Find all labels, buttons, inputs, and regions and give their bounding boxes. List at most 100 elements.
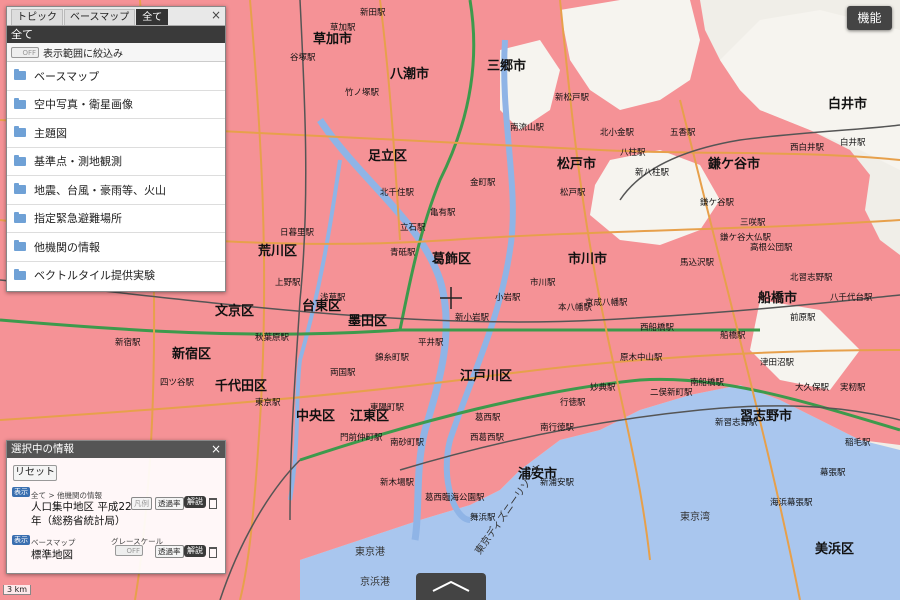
filter-toggle[interactable]: OFF — [11, 46, 39, 58]
folder-item-evacuation[interactable]: 指定緊急避難場所 — [7, 205, 225, 233]
station-label: 二俣新町駅 — [650, 387, 693, 398]
station-label: 東京駅 — [255, 397, 281, 408]
tab-all[interactable]: 全て — [136, 9, 169, 25]
station-label: 新松戸駅 — [555, 92, 590, 103]
station-label: 新小岩駅 — [455, 312, 490, 323]
station-label: 幕張駅 — [820, 467, 846, 478]
folder-icon — [14, 97, 26, 109]
trash-icon[interactable] — [209, 498, 217, 509]
folder-item-thematic[interactable]: 主題図 — [7, 119, 225, 148]
station-label: 北小金駅 — [600, 127, 635, 138]
station-label: 松戸駅 — [560, 187, 586, 198]
folder-item-geodetic[interactable]: 基準点・測地観測 — [7, 148, 225, 176]
station-label: 高根公団駅 — [750, 242, 793, 253]
panel-heading: 全て — [7, 26, 225, 43]
ward-label: 松戸市 — [557, 156, 596, 172]
folder-icon — [14, 69, 26, 81]
ward-label: 荒川区 — [257, 243, 297, 259]
bottom-panel-toggle[interactable] — [416, 573, 486, 600]
station-label: 青砥駅 — [390, 247, 416, 258]
info-panel-title: 選択中の情報 — [11, 443, 74, 455]
folder-item-disaster[interactable]: 地震、台風・豪雨等、火山 — [7, 176, 225, 205]
close-icon[interactable]: × — [211, 441, 221, 458]
station-label: 秋葉原駅 — [255, 332, 290, 343]
ward-label: 江戸川区 — [460, 368, 512, 384]
opacity-button[interactable]: 透過率 — [155, 545, 184, 558]
folder-item-aerial[interactable]: 空中写真・衛星画像 — [7, 91, 225, 119]
station-label: 新田駅 — [360, 7, 386, 18]
close-icon[interactable]: × — [211, 8, 221, 22]
folder-icon — [14, 154, 26, 166]
station-label: 新宿駅 — [115, 337, 141, 348]
opacity-button[interactable]: 透過率 — [155, 497, 184, 510]
ward-label: 八潮市 — [389, 66, 429, 82]
station-label: 新習志野駅 — [715, 417, 758, 428]
station-label: 葛西駅 — [475, 412, 501, 423]
chevron-up-icon — [432, 580, 470, 592]
ward-label: 三郷市 — [487, 58, 526, 74]
station-label: 南砂町駅 — [390, 437, 425, 448]
visible-badge[interactable]: 表示 — [12, 487, 30, 497]
ward-label: 鎌ケ谷市 — [707, 156, 760, 172]
folder-icon — [14, 126, 26, 138]
folder-item-vector-tile[interactable]: ベクトルタイル提供実験 — [7, 262, 225, 290]
station-label: 三咲駅 — [740, 217, 766, 228]
station-label: 船橋駅 — [720, 330, 746, 341]
folder-label: 他機関の情報 — [34, 240, 100, 254]
legend-button[interactable]: 凡例 — [131, 497, 152, 510]
scale-bar: 3 km — [3, 585, 32, 595]
station-label: 立石駅 — [400, 222, 426, 233]
station-label: 大久保駅 — [795, 382, 830, 393]
water-label: 京浜港 — [360, 575, 390, 588]
station-label: 新浦安駅 — [540, 477, 575, 488]
station-label: 鎌ケ谷大仏駅 — [720, 232, 772, 243]
layer-panel: トピック ベースマップ 全て × 全て OFF 表示範囲に絞込み ベースマップ … — [6, 6, 226, 292]
description-button[interactable]: 解説 — [184, 496, 206, 508]
station-label: 八柱駅 — [620, 147, 646, 158]
station-label: 西白井駅 — [790, 142, 825, 153]
visible-badge[interactable]: 表示 — [12, 535, 30, 545]
station-label: 両国駅 — [330, 368, 356, 378]
station-label: 市川駅 — [530, 277, 556, 288]
function-button[interactable]: 機能 — [847, 6, 892, 30]
tab-topic[interactable]: トピック — [11, 9, 63, 25]
ward-label: 新宿区 — [172, 346, 211, 362]
folder-label: 指定緊急避難場所 — [34, 212, 122, 226]
station-label: 鎌ケ谷駅 — [700, 197, 735, 208]
station-label: 南船橋駅 — [690, 377, 725, 388]
ward-label: 千代田区 — [215, 378, 267, 394]
folder-label: 主題図 — [34, 126, 67, 140]
station-label: 谷塚駅 — [290, 53, 316, 63]
water-label: 東京港 — [355, 545, 385, 558]
layer-panel-tabs: トピック ベースマップ 全て × — [7, 7, 225, 26]
reset-button[interactable]: リセット — [13, 465, 57, 481]
folder-label: 地震、台風・豪雨等、火山 — [34, 183, 166, 197]
station-label: 実籾駅 — [840, 382, 866, 393]
station-label: 妙典駅 — [590, 382, 616, 393]
grayscale-toggle[interactable]: OFF — [115, 545, 143, 556]
ward-label: 船橋市 — [758, 290, 797, 306]
folder-item-other-agencies[interactable]: 他機関の情報 — [7, 233, 225, 262]
station-label: 上野駅 — [275, 278, 301, 288]
description-button[interactable]: 解説 — [184, 545, 206, 557]
tab-basemap[interactable]: ベースマップ — [64, 9, 136, 25]
trash-icon[interactable] — [209, 547, 217, 558]
station-label: 八千代台駅 — [830, 292, 873, 303]
station-label: 亀有駅 — [430, 207, 456, 218]
folder-item-basemap[interactable]: ベースマップ — [7, 62, 225, 91]
station-label: 葛西臨海公園駅 — [425, 492, 485, 503]
station-label: 北千住駅 — [380, 187, 415, 198]
ward-label: 白井市 — [828, 96, 867, 112]
folder-icon — [14, 240, 26, 252]
selected-info-panel: 選択中の情報 × リセット 表示 全て > 他機関の情報 人口集中地区 平成22… — [6, 440, 226, 574]
station-label: 舞浜駅 — [470, 512, 496, 523]
station-label: 東陽町駅 — [370, 402, 405, 413]
station-label: 白井駅 — [840, 137, 866, 148]
folder-icon — [14, 268, 26, 280]
station-label: 草加駅 — [330, 22, 356, 33]
layer-name: 人口集中地区 平成22 — [31, 501, 132, 513]
filter-row: OFF 表示範囲に絞込み — [7, 43, 225, 62]
water-label: 東京湾 — [680, 510, 710, 523]
ward-label: 文京区 — [215, 303, 254, 319]
ward-label: 美浜区 — [815, 541, 854, 557]
